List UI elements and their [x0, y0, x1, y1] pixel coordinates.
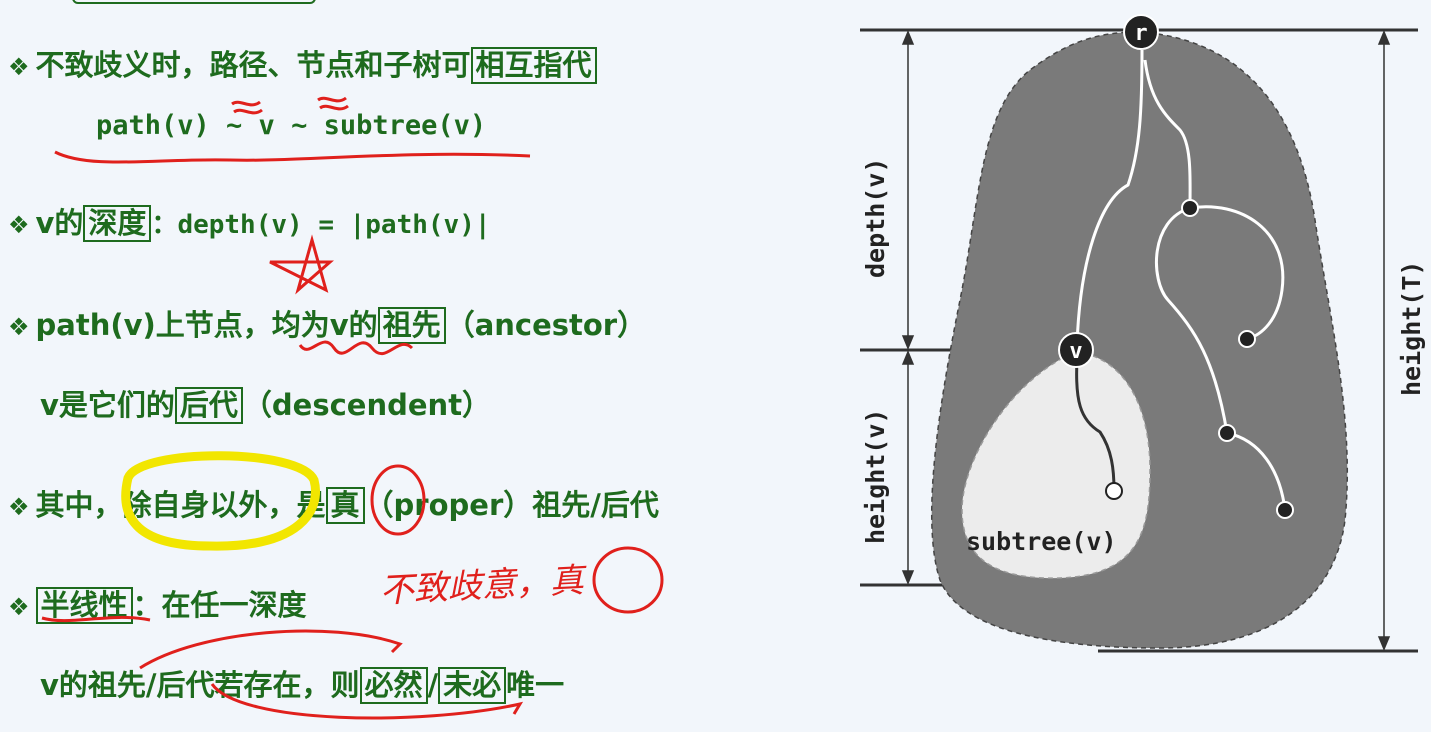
inner-node-2 — [1218, 424, 1236, 442]
leaf-node-2 — [1276, 501, 1294, 519]
root-node: r — [1123, 14, 1159, 50]
tree-diagram: r v subtree(v) depth(v) height(v) height… — [860, 14, 1426, 653]
root-label: r — [1134, 21, 1147, 46]
subtree-leaf-node — [1105, 482, 1123, 500]
v-label: v — [1069, 339, 1082, 364]
height-v-label: height(v) — [861, 409, 890, 544]
height-t-arrow — [1377, 30, 1391, 651]
slide: ❖ 不致歧义时，路径、节点和子树可 相互指代 path(v) ~ v ~ subtr… — [0, 0, 1431, 732]
v-node: v — [1058, 332, 1094, 368]
depth-label: depth(v) — [861, 158, 890, 278]
height-v-arrow — [901, 350, 915, 585]
depth-arrow — [901, 30, 915, 350]
inner-node-1 — [1181, 199, 1199, 217]
height-t-label: height(T) — [1397, 261, 1426, 396]
subtree-label: subtree(v) — [966, 527, 1117, 556]
leaf-node-1 — [1238, 330, 1256, 348]
